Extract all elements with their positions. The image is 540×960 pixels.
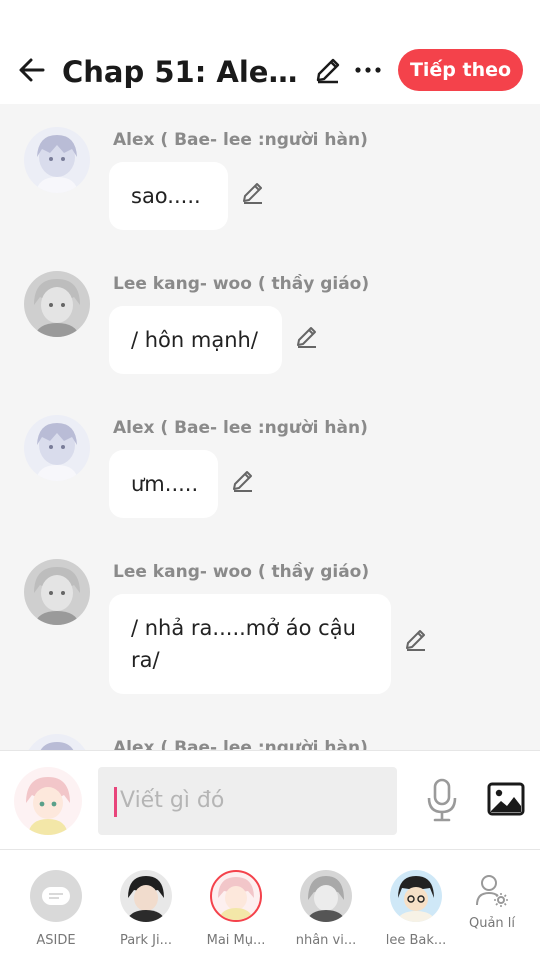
mai-avatar (210, 870, 262, 922)
alex-avatar[interactable] (24, 734, 90, 750)
chapter-title[interactable]: Chap 51: Alex v... (62, 52, 302, 92)
message-bubble[interactable]: sao..... (109, 162, 228, 230)
pencil-icon (316, 58, 340, 84)
pencil-icon (406, 630, 425, 651)
lee-avatar[interactable] (24, 271, 90, 337)
message-bubble[interactable]: ưm..... (109, 450, 218, 518)
sender-name: Lee kang- woo ( thầy giáo) (113, 274, 370, 294)
aside-icon (30, 870, 82, 922)
pencil-icon (243, 183, 262, 204)
character-nhanvien[interactable]: nhân vi... (284, 870, 368, 954)
character-mai[interactable]: Mai Mụ... (194, 870, 278, 954)
insert-image-button[interactable] (486, 779, 526, 819)
edit-title-button[interactable] (312, 54, 344, 86)
message-input[interactable]: Viết gì đó (98, 767, 397, 835)
chat-area[interactable]: Alex ( Bae- lee :người hàn) sao..... Lee… (0, 104, 540, 750)
manage-icon (466, 870, 518, 910)
edit-message-button[interactable] (293, 323, 321, 351)
sender-name: Alex ( Bae- lee :người hàn) (113, 738, 368, 750)
character-leebak[interactable]: lee Bak... (374, 870, 458, 954)
more-options-button[interactable] (352, 54, 384, 86)
current-character-avatar[interactable] (14, 767, 82, 835)
edit-message-button[interactable] (239, 179, 267, 207)
input-placeholder: Viết gì đó (120, 788, 225, 813)
character-label: Park Ji... (119, 933, 173, 948)
character-label: nhân vi... (295, 933, 357, 948)
edit-message-button[interactable] (402, 626, 430, 654)
leebak-avatar (390, 870, 442, 922)
character-selector-bar: ASIDE Park Ji... Mai Mụ... nhân vi... le… (0, 850, 540, 960)
message-input-bar: Viết gì đó (0, 750, 540, 850)
arrow-left-icon (19, 58, 45, 82)
microphone-icon (427, 778, 457, 822)
character-aside[interactable]: ASIDE (14, 870, 98, 954)
character-label: Quản lí (468, 916, 516, 931)
top-bar: Chap 51: Alex v... Tiếp theo (0, 0, 540, 104)
sender-name: Lee kang- woo ( thầy giáo) (113, 562, 370, 582)
manage-characters-button[interactable]: Quản lí (450, 870, 534, 954)
next-chapter-button[interactable]: Tiếp theo (398, 49, 523, 91)
back-button[interactable] (14, 52, 50, 88)
park-avatar (120, 870, 172, 922)
text-cursor (114, 787, 117, 817)
image-icon (487, 782, 525, 816)
character-park[interactable]: Park Ji... (104, 870, 188, 954)
character-label: ASIDE (36, 933, 76, 948)
character-label: Mai Mụ... (206, 933, 266, 948)
voice-input-button[interactable] (422, 775, 462, 825)
message-bubble[interactable]: / hôn mạnh/ (109, 306, 282, 374)
more-dots-icon (355, 67, 381, 73)
sender-name: Alex ( Bae- lee :người hàn) (113, 418, 368, 438)
message-bubble[interactable]: / nhả ra.....mở áo cậu ra/ (109, 594, 391, 694)
alex-avatar[interactable] (24, 415, 90, 481)
character-label: lee Bak... (385, 933, 447, 948)
pencil-icon (297, 327, 316, 348)
edit-message-button[interactable] (229, 467, 257, 495)
nhanvien-avatar (300, 870, 352, 922)
lee-avatar[interactable] (24, 559, 90, 625)
sender-name: Alex ( Bae- lee :người hàn) (113, 130, 368, 150)
alex-avatar[interactable] (24, 127, 90, 193)
pencil-icon (233, 471, 252, 492)
